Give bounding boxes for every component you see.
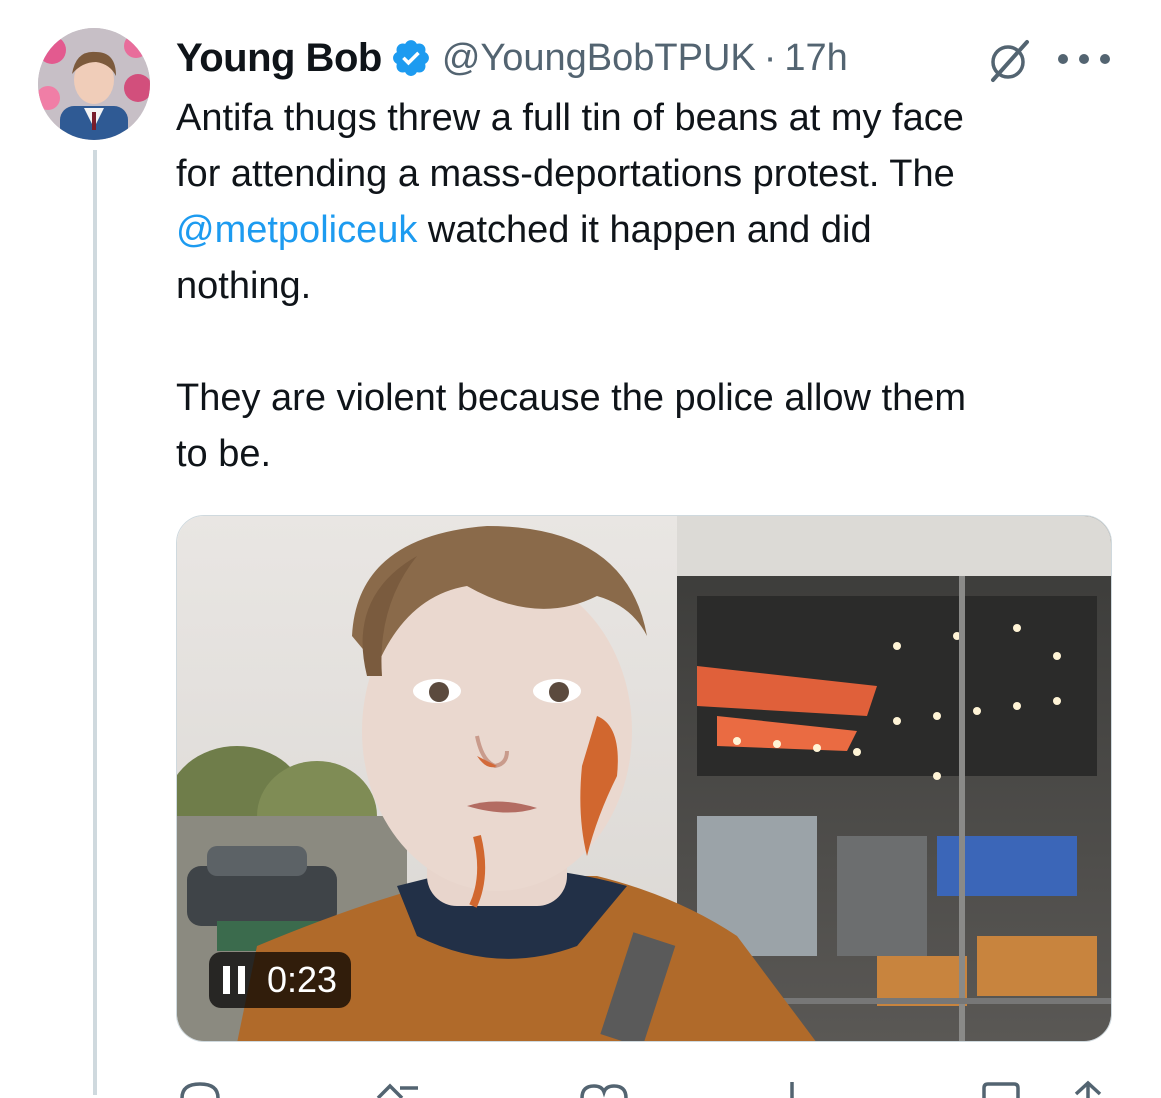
action-bar [176,1078,1112,1098]
user-handle[interactable]: @YoungBobTPUK [442,37,756,80]
tweet-text-line: to be. [176,433,272,475]
repost-icon[interactable] [372,1078,432,1098]
tweet-text-line: @metpoliceuk watched it happen and did [176,202,1126,258]
display-name[interactable]: Young Bob [176,36,382,81]
timestamp[interactable]: 17h [784,37,847,80]
like-icon[interactable] [576,1078,632,1098]
tweet-text-line: They are violent because the police allo… [176,377,967,419]
separator-dot: · [763,36,777,79]
more-icon[interactable] [1058,50,1110,68]
thread-line [93,150,97,1095]
views-icon[interactable] [782,1078,802,1098]
grok-icon[interactable] [985,36,1033,84]
bookmark-icon[interactable] [976,1078,1026,1098]
tweet-text-line: nothing. [176,265,312,307]
verified-badge-icon [390,37,432,79]
tweet-text-fragment: watched it happen and did [417,209,872,251]
share-icon[interactable] [1066,1078,1110,1098]
tweet-header: Young Bob @YoungBobTPUK · 17h [176,28,848,88]
pause-icon[interactable] [223,966,245,994]
avatar[interactable] [38,28,150,140]
video-elapsed-time: 0:23 [267,959,338,1000]
reply-icon[interactable] [176,1078,226,1098]
tweet-text-line: Antifa thugs threw a full tin of beans a… [176,97,964,139]
video-time-badge[interactable]: 0:23 [209,952,352,1008]
tweet-text-line: for attending a mass-deportations protes… [176,153,955,195]
tweet-text: Antifa thugs threw a full tin of beans a… [176,90,1126,482]
mention-link[interactable]: @metpoliceuk [176,209,417,251]
